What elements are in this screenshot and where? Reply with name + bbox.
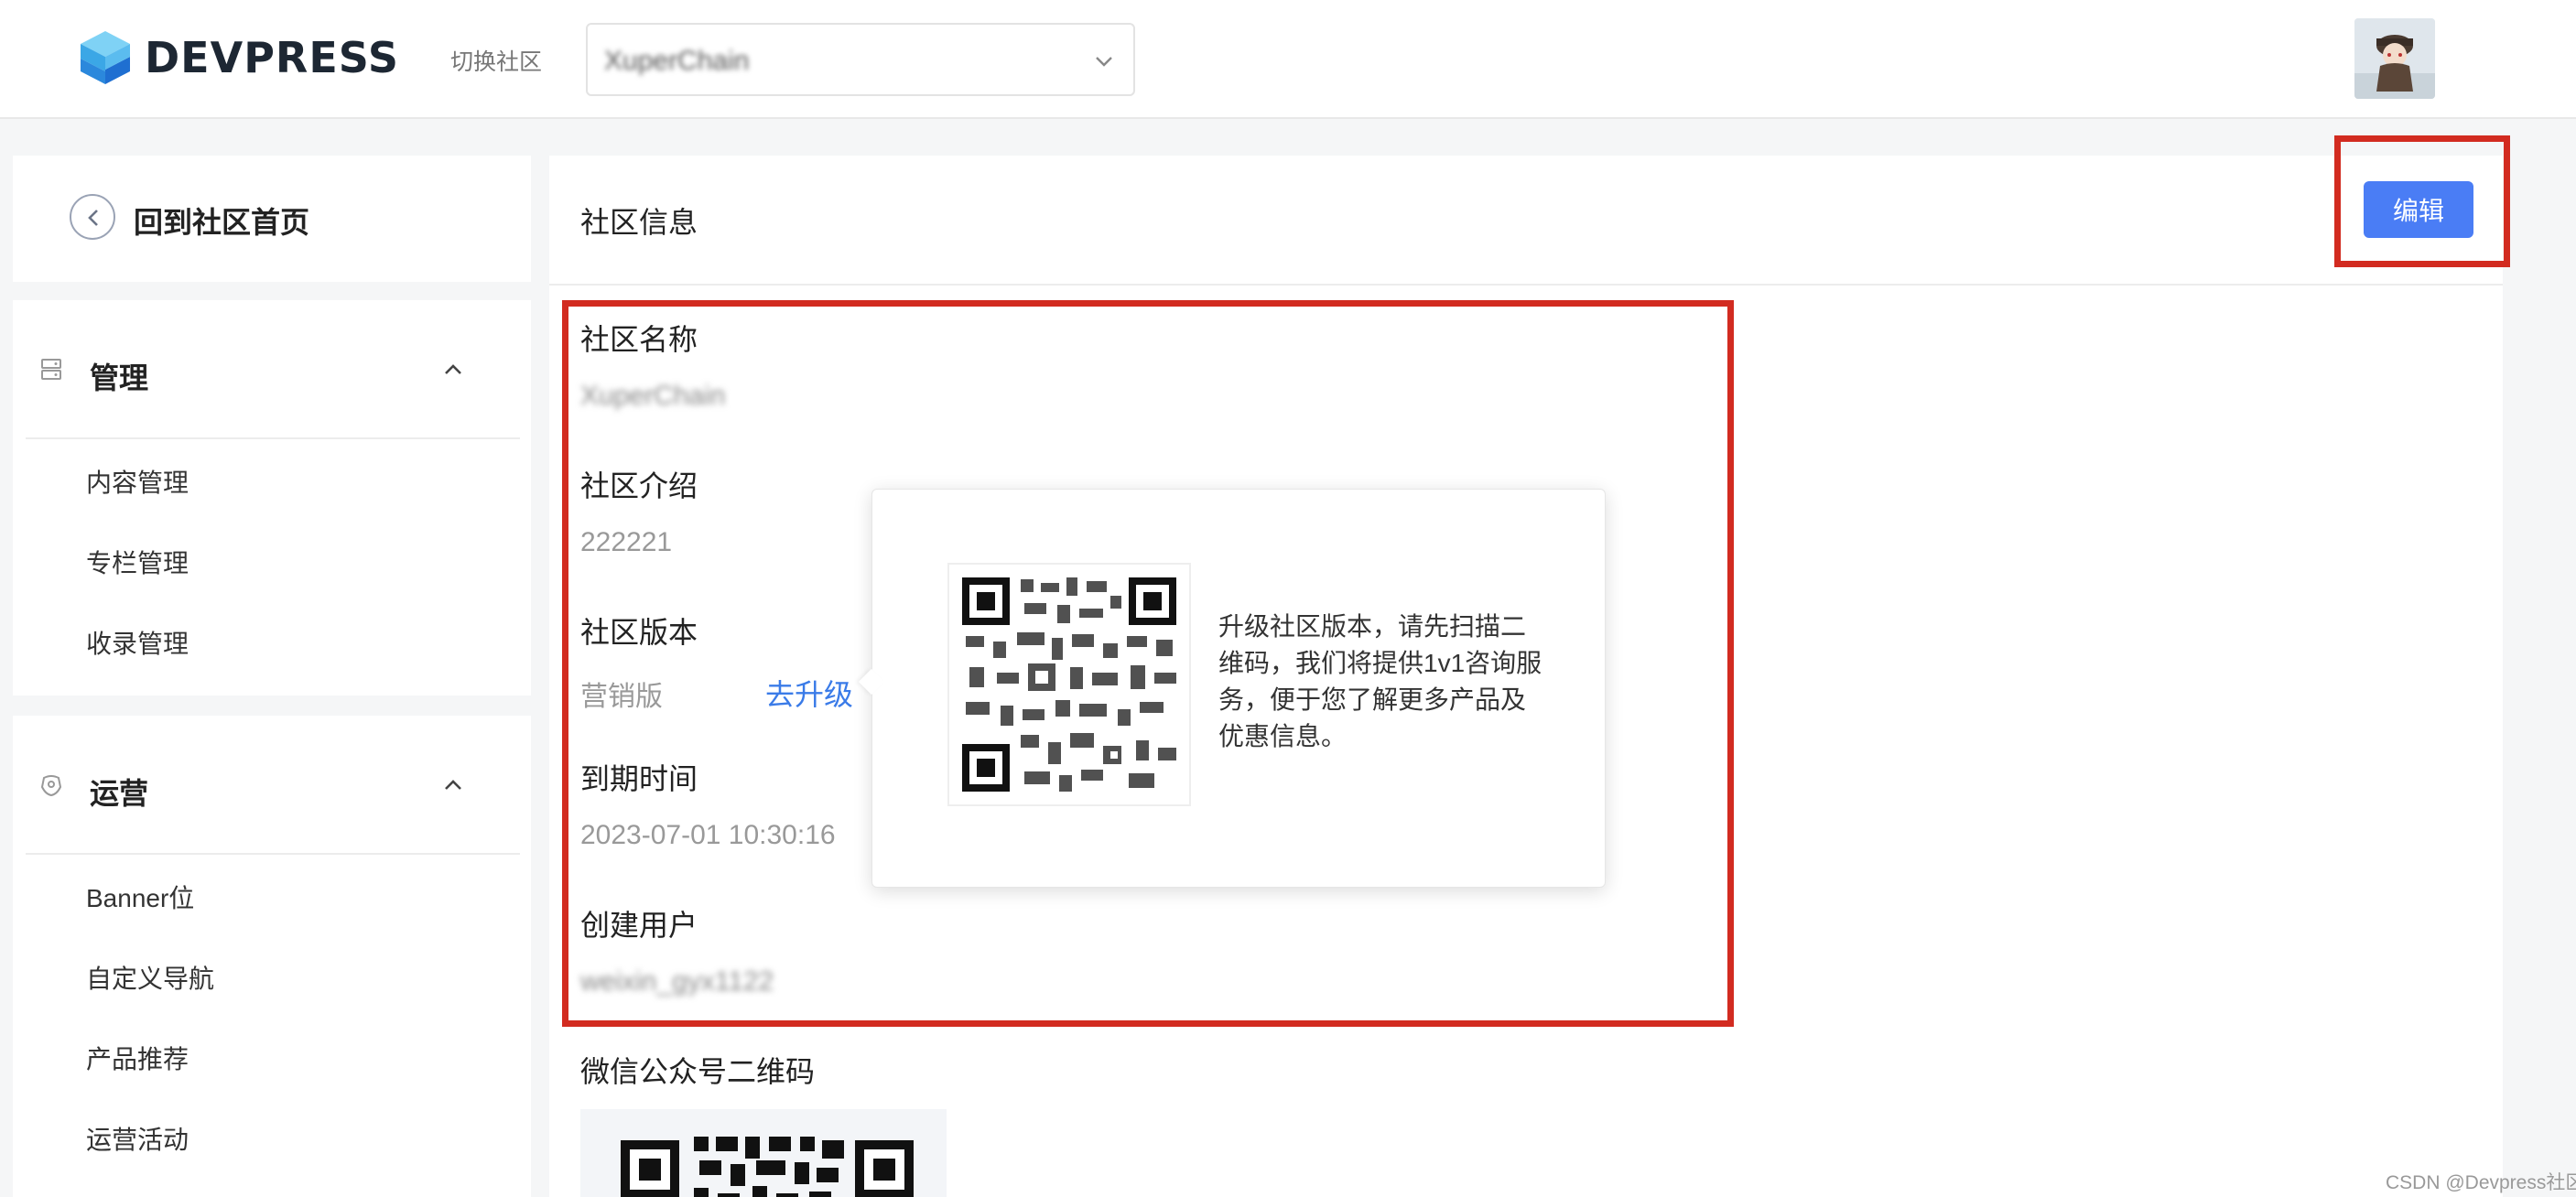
sidebar-group-title: 管理 — [90, 361, 149, 394]
community-intro-label: 社区介绍 — [580, 469, 698, 502]
chevron-up-icon[interactable] — [441, 361, 465, 379]
sidebar-item-custom-navigation[interactable]: 自定义导航 — [86, 959, 214, 996]
wechat-qr-image — [580, 1109, 947, 1197]
divider — [26, 437, 520, 439]
sidebar-item-column-management[interactable]: 专栏管理 — [86, 544, 189, 580]
divider — [26, 853, 520, 855]
community-name-label: 社区名称 — [580, 323, 698, 356]
community-intro-value: 222221 — [580, 527, 673, 557]
qr-code-icon — [621, 1137, 914, 1197]
logo-text: DEVPRESS — [145, 33, 399, 82]
sidebar-item-collection-management[interactable]: 收录管理 — [86, 624, 189, 661]
community-info-panel: 社区信息 编辑 社区名称 XuperChain 社区介绍 222221 社区版本… — [549, 135, 2510, 1197]
back-button[interactable] — [70, 194, 115, 240]
community-select-value: XuperChain — [604, 46, 750, 76]
devpress-logo-icon — [81, 31, 130, 84]
csdn-watermark: CSDN @Devpress社区 — [2386, 1172, 2576, 1193]
user-avatar[interactable] — [2354, 18, 2435, 99]
page-title: 社区信息 — [580, 206, 698, 239]
upgrade-popover-text: 升级社区版本，请先扫描二维码，我们将提供1v1咨询服务，便于您了解更多产品及优惠… — [1218, 612, 1542, 750]
top-bar: DEVPRESS 切换社区 XuperChain — [0, 0, 2576, 119]
qr-code-icon — [957, 572, 1182, 797]
creator-value: weixin_gyx1122 — [580, 966, 774, 997]
avatar-image — [2354, 18, 2435, 99]
panel-header: 社区信息 编辑 — [549, 135, 2510, 286]
sidebar-item-operation-activity[interactable]: 运营活动 — [86, 1120, 189, 1157]
community-name-value: XuperChain — [580, 381, 726, 411]
community-select[interactable]: XuperChain — [586, 23, 1135, 96]
sidebar-group-manage: 管理 内容管理 专栏管理 收录管理 — [13, 300, 531, 696]
creator-label: 创建用户 — [580, 909, 698, 942]
devpress-logo[interactable]: DEVPRESS — [79, 27, 399, 88]
sidebar-item-content-management[interactable]: 内容管理 — [86, 463, 189, 500]
back-to-home-card[interactable]: 回到社区首页 — [13, 156, 531, 282]
chevron-up-icon[interactable] — [441, 776, 465, 794]
operations-icon — [40, 775, 62, 797]
chevron-down-icon — [1096, 57, 1112, 67]
community-version-label: 社区版本 — [580, 616, 698, 649]
expire-time-label: 到期时间 — [580, 762, 698, 795]
switch-community-label: 切换社区 — [450, 49, 543, 75]
edit-button-highlight-box — [2334, 135, 2510, 267]
upgrade-link[interactable]: 去升级 — [765, 672, 853, 714]
community-version-value: 营销版 — [580, 682, 663, 712]
sidebar-group-title: 运营 — [90, 777, 149, 810]
wechat-qr-label: 微信公众号二维码 — [580, 1055, 816, 1088]
sidebar-group-operations-header[interactable]: 运营 — [13, 716, 531, 853]
server-icon — [41, 359, 61, 380]
upgrade-qr-image — [947, 563, 1191, 806]
expire-time-value: 2023-07-01 10:30:16 — [580, 820, 836, 850]
chevron-left-icon — [88, 210, 98, 226]
sidebar-group-manage-header[interactable]: 管理 — [13, 300, 531, 437]
back-to-home-label: 回到社区首页 — [134, 206, 310, 239]
upgrade-popover: 升级社区版本，请先扫描二维码，我们将提供1v1咨询服务，便于您了解更多产品及优惠… — [858, 489, 1606, 888]
sidebar-item-product-recommend[interactable]: 产品推荐 — [86, 1040, 189, 1076]
sidebar-item-banner[interactable]: Banner位 — [86, 879, 194, 915]
sidebar-group-operations: 运营 Banner位 自定义导航 产品推荐 运营活动 — [13, 716, 531, 1197]
